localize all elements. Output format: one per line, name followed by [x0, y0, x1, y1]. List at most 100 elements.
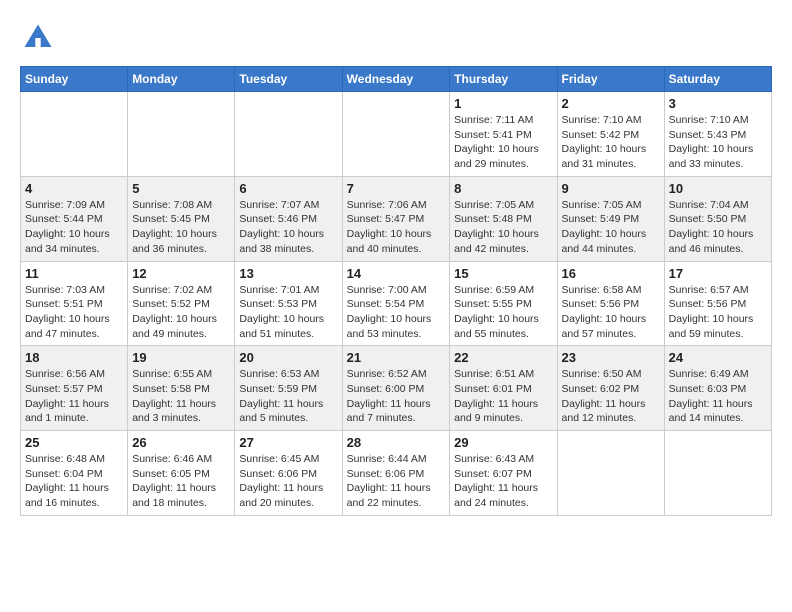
day-number: 4 [25, 181, 123, 196]
calendar-cell: 6 Sunrise: 7:07 AMSunset: 5:46 PMDaylight… [235, 176, 342, 261]
calendar-cell: 29 Sunrise: 6:43 AMSunset: 6:07 PMDayligh… [450, 431, 557, 516]
day-info: Sunrise: 6:43 AMSunset: 6:07 PMDaylight:… [454, 452, 552, 511]
calendar-cell: 4 Sunrise: 7:09 AMSunset: 5:44 PMDaylight… [21, 176, 128, 261]
calendar-week-1: 1Sunrise: 7:11 AMSunset: 5:41 PMDaylight… [21, 92, 772, 177]
day-info: Sunrise: 6:55 AMSunset: 5:58 PMDaylight:… [132, 367, 230, 426]
calendar-cell: 12 Sunrise: 7:02 AMSunset: 5:52 PMDayligh… [128, 261, 235, 346]
calendar-week-3: 11Sunrise: 7:03 AMSunset: 5:51 PMDayligh… [21, 261, 772, 346]
day-number: 18 [25, 350, 123, 365]
calendar-cell: 5Sunrise: 7:08 AMSunset: 5:45 PMDaylight… [128, 176, 235, 261]
day-number: 7 [347, 181, 446, 196]
calendar-table: SundayMondayTuesdayWednesdayThursdayFrid… [20, 66, 772, 516]
day-header-thursday: Thursday [450, 67, 557, 92]
day-info: Sunrise: 6:50 AMSunset: 6:02 PMDaylight:… [562, 367, 660, 426]
calendar-cell: 1Sunrise: 7:11 AMSunset: 5:41 PMDaylight… [450, 92, 557, 177]
day-number: 17 [669, 266, 767, 281]
calendar-cell: 14 Sunrise: 7:00 AMSunset: 5:54 PMDayligh… [342, 261, 450, 346]
day-number: 15 [454, 266, 552, 281]
day-info: Sunrise: 7:05 AMSunset: 5:49 PMDaylight:… [562, 198, 660, 257]
calendar-cell: 13 Sunrise: 7:01 AMSunset: 5:53 PMDayligh… [235, 261, 342, 346]
logo [20, 20, 62, 56]
day-info: Sunrise: 7:11 AMSunset: 5:41 PMDaylight:… [454, 113, 552, 172]
calendar-cell [557, 431, 664, 516]
day-number: 29 [454, 435, 552, 450]
calendar-cell: 18 Sunrise: 6:56 AMSunset: 5:57 PMDayligh… [21, 346, 128, 431]
logo-icon [20, 20, 56, 56]
day-number: 10 [669, 181, 767, 196]
day-number: 16 [562, 266, 660, 281]
calendar-cell: 10 Sunrise: 7:04 AMSunset: 5:50 PMDayligh… [664, 176, 771, 261]
day-info: Sunrise: 6:44 AMSunset: 6:06 PMDaylight:… [347, 452, 446, 511]
day-info: Sunrise: 7:06 AMSunset: 5:47 PMDaylight:… [347, 198, 446, 257]
day-info: Sunrise: 7:10 AMSunset: 5:43 PMDaylight:… [669, 113, 767, 172]
day-number: 5 [132, 181, 230, 196]
day-info: Sunrise: 7:00 AMSunset: 5:54 PMDaylight:… [347, 283, 446, 342]
day-number: 2 [562, 96, 660, 111]
day-number: 22 [454, 350, 552, 365]
day-number: 19 [132, 350, 230, 365]
day-number: 9 [562, 181, 660, 196]
calendar-cell: 16Sunrise: 6:58 AMSunset: 5:56 PMDayligh… [557, 261, 664, 346]
day-info: Sunrise: 6:52 AMSunset: 6:00 PMDaylight:… [347, 367, 446, 426]
day-number: 12 [132, 266, 230, 281]
calendar-header: SundayMondayTuesdayWednesdayThursdayFrid… [21, 67, 772, 92]
day-number: 14 [347, 266, 446, 281]
day-number: 20 [239, 350, 337, 365]
day-number: 8 [454, 181, 552, 196]
day-info: Sunrise: 7:01 AMSunset: 5:53 PMDaylight:… [239, 283, 337, 342]
calendar-cell: 2 Sunrise: 7:10 AMSunset: 5:42 PMDaylight… [557, 92, 664, 177]
calendar-week-2: 4 Sunrise: 7:09 AMSunset: 5:44 PMDaylight… [21, 176, 772, 261]
day-info: Sunrise: 7:09 AMSunset: 5:44 PMDaylight:… [25, 198, 123, 257]
day-header-friday: Friday [557, 67, 664, 92]
calendar-week-4: 18 Sunrise: 6:56 AMSunset: 5:57 PMDayligh… [21, 346, 772, 431]
day-info: Sunrise: 6:49 AMSunset: 6:03 PMDaylight:… [669, 367, 767, 426]
day-header-saturday: Saturday [664, 67, 771, 92]
day-info: Sunrise: 6:46 AMSunset: 6:05 PMDaylight:… [132, 452, 230, 511]
page-header [20, 20, 772, 56]
day-info: Sunrise: 6:57 AMSunset: 5:56 PMDaylight:… [669, 283, 767, 342]
calendar-cell: 28 Sunrise: 6:44 AMSunset: 6:06 PMDayligh… [342, 431, 450, 516]
calendar-cell: 3 Sunrise: 7:10 AMSunset: 5:43 PMDaylight… [664, 92, 771, 177]
day-header-wednesday: Wednesday [342, 67, 450, 92]
day-number: 28 [347, 435, 446, 450]
calendar-cell: 8 Sunrise: 7:05 AMSunset: 5:48 PMDaylight… [450, 176, 557, 261]
day-number: 11 [25, 266, 123, 281]
calendar-cell: 23Sunrise: 6:50 AMSunset: 6:02 PMDayligh… [557, 346, 664, 431]
day-number: 24 [669, 350, 767, 365]
calendar-cell: 7 Sunrise: 7:06 AMSunset: 5:47 PMDaylight… [342, 176, 450, 261]
day-number: 25 [25, 435, 123, 450]
day-info: Sunrise: 7:05 AMSunset: 5:48 PMDaylight:… [454, 198, 552, 257]
calendar-cell [21, 92, 128, 177]
calendar-cell: 22 Sunrise: 6:51 AMSunset: 6:01 PMDayligh… [450, 346, 557, 431]
day-number: 21 [347, 350, 446, 365]
calendar-cell: 26Sunrise: 6:46 AMSunset: 6:05 PMDayligh… [128, 431, 235, 516]
day-number: 27 [239, 435, 337, 450]
day-number: 13 [239, 266, 337, 281]
day-info: Sunrise: 6:59 AMSunset: 5:55 PMDaylight:… [454, 283, 552, 342]
calendar-cell: 15 Sunrise: 6:59 AMSunset: 5:55 PMDayligh… [450, 261, 557, 346]
calendar-cell [128, 92, 235, 177]
day-info: Sunrise: 7:02 AMSunset: 5:52 PMDaylight:… [132, 283, 230, 342]
day-info: Sunrise: 6:56 AMSunset: 5:57 PMDaylight:… [25, 367, 123, 426]
day-info: Sunrise: 6:48 AMSunset: 6:04 PMDaylight:… [25, 452, 123, 511]
calendar-cell: 11Sunrise: 7:03 AMSunset: 5:51 PMDayligh… [21, 261, 128, 346]
day-number: 6 [239, 181, 337, 196]
calendar-cell: 24 Sunrise: 6:49 AMSunset: 6:03 PMDayligh… [664, 346, 771, 431]
day-header-tuesday: Tuesday [235, 67, 342, 92]
calendar-cell [342, 92, 450, 177]
day-number: 3 [669, 96, 767, 111]
calendar-cell: 9 Sunrise: 7:05 AMSunset: 5:49 PMDaylight… [557, 176, 664, 261]
day-info: Sunrise: 7:04 AMSunset: 5:50 PMDaylight:… [669, 198, 767, 257]
calendar-cell: 17 Sunrise: 6:57 AMSunset: 5:56 PMDayligh… [664, 261, 771, 346]
day-info: Sunrise: 6:53 AMSunset: 5:59 PMDaylight:… [239, 367, 337, 426]
calendar-cell: 19 Sunrise: 6:55 AMSunset: 5:58 PMDayligh… [128, 346, 235, 431]
calendar-cell: 25 Sunrise: 6:48 AMSunset: 6:04 PMDayligh… [21, 431, 128, 516]
day-info: Sunrise: 7:07 AMSunset: 5:46 PMDaylight:… [239, 198, 337, 257]
day-info: Sunrise: 6:51 AMSunset: 6:01 PMDaylight:… [454, 367, 552, 426]
calendar-cell [664, 431, 771, 516]
day-header-monday: Monday [128, 67, 235, 92]
day-info: Sunrise: 6:45 AMSunset: 6:06 PMDaylight:… [239, 452, 337, 511]
calendar-cell: 27 Sunrise: 6:45 AMSunset: 6:06 PMDayligh… [235, 431, 342, 516]
day-header-sunday: Sunday [21, 67, 128, 92]
day-info: Sunrise: 7:10 AMSunset: 5:42 PMDaylight:… [562, 113, 660, 172]
